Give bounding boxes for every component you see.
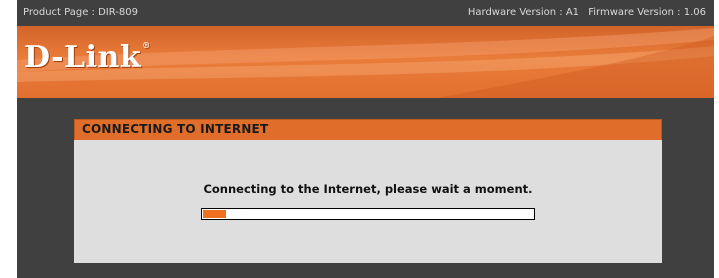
status-message: Connecting to the Internet, please wait … xyxy=(203,182,533,196)
hardware-version-label: Hardware Version : A1 xyxy=(467,7,580,18)
page-frame: Product Page : DIR-809 Hardware Version … xyxy=(17,0,714,278)
panel-title-bar: CONNECTING TO INTERNET xyxy=(74,119,662,141)
logo-text: D-Link xyxy=(24,40,142,75)
top-info-bar: Product Page : DIR-809 Hardware Version … xyxy=(17,0,714,26)
progress-bar-fill xyxy=(203,210,226,218)
connection-progress-bar xyxy=(201,208,535,220)
product-page-label: Product Page : DIR-809 xyxy=(23,7,138,18)
registered-mark: ® xyxy=(142,40,151,50)
firmware-version-label: Firmware Version : 1.06 xyxy=(588,7,706,18)
version-info: Hardware Version : A1 Firmware Version :… xyxy=(462,0,706,26)
panel-title: CONNECTING TO INTERNET xyxy=(82,122,269,136)
brand-banner: D-Link® xyxy=(17,26,714,98)
panel-body: Connecting to the Internet, please wait … xyxy=(74,140,662,263)
dlink-logo: D-Link® xyxy=(24,40,151,75)
